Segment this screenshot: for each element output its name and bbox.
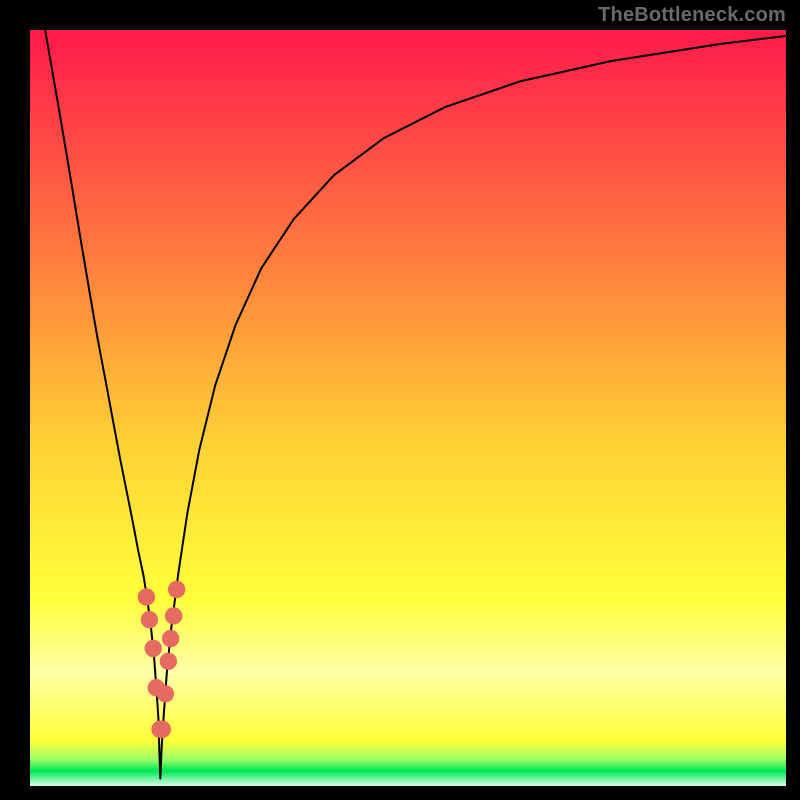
highlight-dot [157,685,174,702]
highlight-dot [165,607,182,624]
plot-area [30,30,786,786]
highlight-dot [162,630,179,647]
highlight-dot [168,581,185,598]
chart-frame: TheBottleneck.com [0,0,800,800]
watermark-text: TheBottleneck.com [598,4,786,27]
gradient-background [30,30,786,786]
highlight-dot [138,588,155,605]
highlight-dot [154,721,171,738]
highlight-dot [141,611,158,628]
bottleneck-chart [30,30,786,786]
highlight-dot [160,653,177,670]
highlight-dot [145,640,162,657]
